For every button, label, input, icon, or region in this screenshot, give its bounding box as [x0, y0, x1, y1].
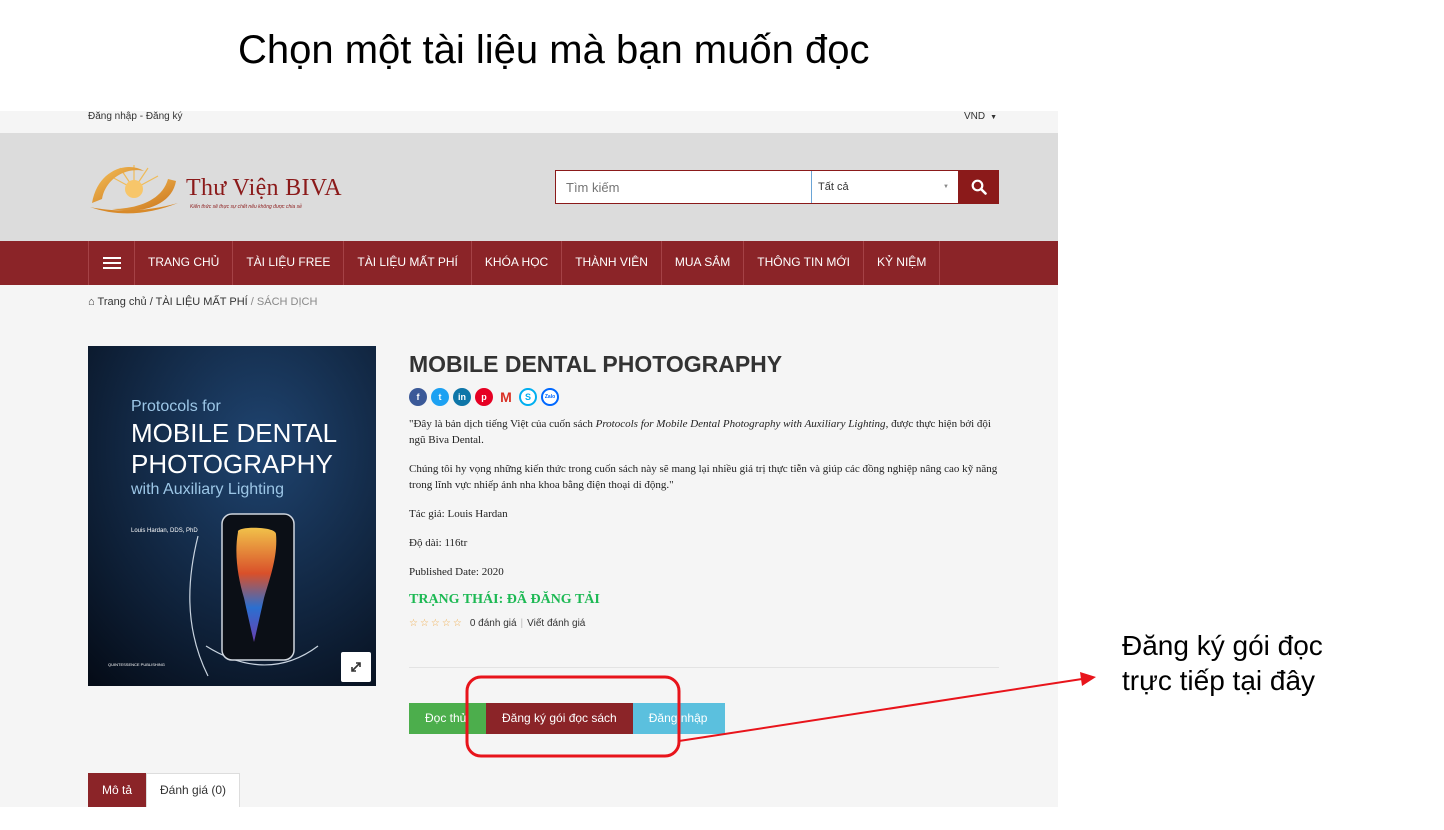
search-input[interactable] [566, 171, 806, 203]
breadcrumb-current: SÁCH DỊCH [256, 296, 318, 308]
cover-line3: PHOTOGRAPHY [131, 449, 333, 479]
search-divider [811, 171, 812, 203]
product-title: MOBILE DENTAL PHOTOGRAPHY [409, 351, 783, 377]
search-button[interactable] [959, 170, 999, 204]
top-bar: Đăng nhập - Đăng ký VND ▼ [0, 111, 1058, 133]
cover-title: MOBILE DENTAL PHOTOGRAPHY [131, 418, 337, 480]
logo-text: Thư Viện BIVA [186, 175, 342, 201]
breadcrumb: ⌂ Trang chủ / TÀI LIỆU MẤT PHÍ / SÁCH DỊ… [88, 296, 317, 308]
cover-line4: with Auxiliary Lighting [131, 481, 284, 498]
action-buttons: Đọc thử Đăng ký gói đọc sách Đăng nhập [409, 703, 725, 735]
nav-item-paid-docs[interactable]: TÀI LIỆU MẤT PHÍ [344, 241, 472, 285]
desc-book-title: Protocols for Mobile Dental Photography … [595, 418, 886, 430]
login-button[interactable]: Đăng nhập [632, 703, 725, 734]
caret-down-icon: ▼ [943, 184, 949, 190]
nav-item-home[interactable]: TRANG CHỦ [135, 241, 234, 285]
gmail-icon[interactable]: M [497, 388, 515, 406]
search-icon [971, 179, 987, 195]
share-icons: f t in p M S Zalo [409, 388, 1009, 406]
tab-description[interactable]: Mô tả [88, 773, 147, 807]
product-description-1: "Đây là bản dịch tiếng Việt của cuốn sác… [409, 416, 1009, 448]
cover-art [88, 346, 376, 686]
note-line1: Đăng ký gói đọc [1122, 630, 1323, 661]
breadcrumb-separator: / [250, 296, 254, 308]
try-read-button[interactable]: Đọc thử [409, 703, 486, 734]
zalo-icon[interactable]: Zalo [541, 388, 559, 406]
product-length: Độ dài: 116tr [409, 537, 468, 549]
breadcrumb-home[interactable]: Trang chủ [98, 296, 147, 308]
logo-swirl-icon [90, 165, 178, 214]
rating-row: ☆☆☆☆☆ 0 đánh giá | Viết đánh giá [409, 618, 1009, 629]
product-published-date: Published Date: 2020 [409, 566, 504, 578]
rating-count: 0 đánh giá [469, 618, 517, 629]
currency-selector[interactable]: VND ▼ [964, 111, 997, 124]
product-info: MOBILE DENTAL PHOTOGRAPHY f t in p M S Z… [409, 351, 1009, 629]
divider [409, 667, 999, 668]
cover-publisher: QUINTESSENCE PUBLISHING [108, 662, 165, 667]
breadcrumb-separator: / [149, 296, 153, 308]
search-category-select[interactable]: Tất cả [818, 171, 849, 203]
menu-icon[interactable] [89, 241, 135, 285]
note-line2: trực tiếp tại đây [1122, 665, 1316, 696]
desc-text: "Đây là bản dịch tiếng Việt của cuốn sác… [409, 418, 596, 430]
rating-divider: | [520, 618, 524, 629]
breadcrumb-paid-docs[interactable]: TÀI LIỆU MẤT PHÍ [156, 296, 248, 308]
write-review-link[interactable]: Viết đánh giá [527, 618, 585, 629]
twitter-icon[interactable]: t [431, 388, 449, 406]
product-tabs: Mô tả Đánh giá (0) [88, 773, 241, 807]
currency-label: VND [964, 111, 986, 122]
nav-item-free-docs[interactable]: TÀI LIỆU FREE [233, 241, 345, 285]
cover-line1: Protocols for [131, 398, 221, 415]
facebook-icon[interactable]: f [409, 388, 427, 406]
site-logo[interactable]: Thư Viện BIVA Kiến thức sẽ thực sự chết … [88, 159, 358, 215]
website-screenshot: Đăng nhập - Đăng ký VND ▼ Thư Viện BIVA … [0, 111, 1058, 807]
caret-down-icon: ▼ [990, 114, 998, 121]
slide-title: Chọn một tài liệu mà bạn muốn đọc [238, 28, 870, 72]
search-bar: Tất cả ▼ [555, 170, 999, 204]
product-author: Tác giả: Louis Hardan [409, 508, 508, 520]
expand-image-button[interactable] [341, 652, 371, 682]
tab-reviews[interactable]: Đánh giá (0) [146, 773, 241, 807]
arrow-head-icon [1080, 672, 1096, 686]
linkedin-icon[interactable]: in [453, 388, 471, 406]
expand-icon [351, 662, 361, 672]
product-description-2: Chúng tôi hy vọng những kiến thức trong … [409, 463, 998, 491]
logo-tagline: Kiến thức sẽ thực sự chết nếu không được… [190, 204, 302, 210]
login-register-link[interactable]: Đăng nhập - Đăng ký [88, 111, 183, 123]
nav-item-members[interactable]: THÀNH VIÊN [562, 241, 662, 285]
nav-item-memories[interactable]: KỶ NIỆM [864, 241, 941, 285]
nav-item-courses[interactable]: KHÓA HỌC [472, 241, 563, 285]
register-reading-plan-button[interactable]: Đăng ký gói đọc sách [486, 703, 633, 734]
annotation-note: Đăng ký gói đọc trực tiếp tại đây [1122, 628, 1323, 698]
nav-item-news[interactable]: THÔNG TIN MỚI [744, 241, 864, 285]
book-cover-image[interactable]: Protocols for MOBILE DENTAL PHOTOGRAPHY w… [88, 346, 376, 686]
product-status: TRẠNG THÁI: ĐÃ ĐĂNG TẢI [409, 592, 600, 607]
cover-author: Louis Hardan, DDS, PhD [131, 528, 198, 534]
home-icon: ⌂ [88, 296, 95, 308]
cover-line2: MOBILE DENTAL [131, 418, 338, 448]
skype-icon[interactable]: S [519, 388, 537, 406]
rating-stars-icon: ☆☆☆☆☆ [409, 618, 464, 629]
pinterest-icon[interactable]: p [475, 388, 493, 406]
site-header: Thư Viện BIVA Kiến thức sẽ thực sự chết … [0, 133, 1058, 241]
nav-item-shopping[interactable]: MUA SẮM [662, 241, 745, 285]
main-nav: TRANG CHỦ TÀI LIỆU FREE TÀI LIỆU MẤT PHÍ… [0, 241, 1058, 285]
search-box: Tất cả ▼ [555, 170, 959, 204]
